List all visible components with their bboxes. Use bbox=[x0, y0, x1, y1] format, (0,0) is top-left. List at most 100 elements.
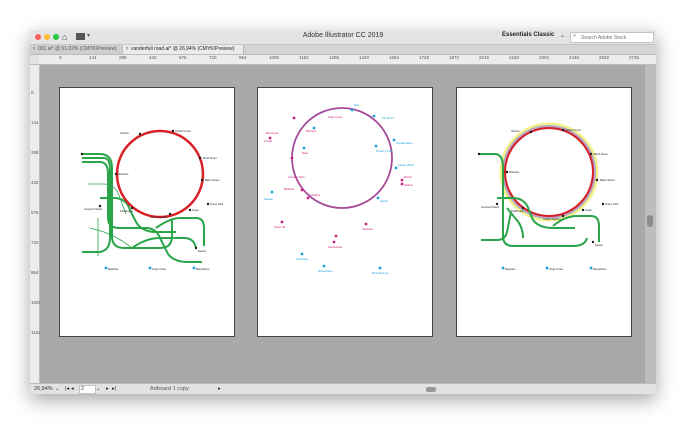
ruler-tick: 2736 bbox=[629, 55, 640, 60]
station-label: Elephant bbox=[108, 267, 119, 271]
search-input[interactable] bbox=[581, 33, 651, 42]
station-label: Camden Town bbox=[288, 175, 305, 179]
station-label: Aldgate bbox=[264, 197, 273, 201]
tab-document-vanderfull-road[interactable]: × vanderfull road.ai* @ 26,94% (CMYK/Prev… bbox=[123, 45, 244, 54]
ruler-tick: 288 bbox=[31, 150, 39, 155]
ruler-tick: 1440 bbox=[359, 55, 370, 60]
ruler-tick: 864 bbox=[31, 270, 39, 275]
station-label: Liverpool Street bbox=[481, 205, 499, 209]
close-icon[interactable]: × bbox=[123, 45, 131, 54]
artboard-number-field[interactable]: 2 bbox=[79, 385, 96, 394]
vertical-scroll-thumb[interactable] bbox=[647, 215, 653, 227]
horizontal-ruler[interactable]: 0 144 288 432 576 720 864 1008 1152 1296… bbox=[39, 55, 656, 65]
station-label: Bow bbox=[354, 103, 359, 107]
station-label: Holborn bbox=[404, 183, 414, 187]
station-label: Bank bbox=[302, 151, 309, 155]
station-label: Angel bbox=[192, 208, 199, 212]
station-label: Kings Cross bbox=[328, 115, 343, 119]
station-label: Elephant bbox=[505, 267, 516, 271]
station-label: Marylebone bbox=[196, 267, 210, 271]
ruler-tick: 1872 bbox=[449, 55, 460, 60]
ruler-tick: 2304 bbox=[539, 55, 550, 60]
artboard-2[interactable]: Monument Temple Mile End Bank Kings Cros… bbox=[257, 87, 433, 337]
ruler-tick: 432 bbox=[31, 180, 39, 185]
chevron-down-icon[interactable]: ⌄ bbox=[560, 32, 565, 39]
horizontal-scroll-thumb[interactable] bbox=[426, 387, 436, 392]
vertical-scrollbar[interactable] bbox=[645, 65, 656, 383]
station-label: Victoria bbox=[511, 129, 520, 133]
station-label: Oxford Circus bbox=[565, 128, 582, 132]
station-label: Kings Cross bbox=[152, 267, 167, 271]
station-label: Old Street bbox=[382, 116, 394, 120]
workspace-switcher[interactable]: Essentials Classic bbox=[502, 32, 554, 38]
ruler-tick: 432 bbox=[149, 55, 157, 60]
next-artboard-icon[interactable]: ▸ bbox=[106, 385, 109, 394]
ruler-tick: 144 bbox=[31, 120, 39, 125]
station-label: Waterloo bbox=[118, 172, 129, 176]
previous-artboard-icon[interactable]: ◂ bbox=[71, 385, 74, 394]
station-label: Euston bbox=[198, 249, 207, 253]
tab-document-001[interactable]: × 001.ai* @ 51,02% (CMYK/Preview) bbox=[30, 45, 123, 54]
stock-search[interactable]: ⌕ bbox=[570, 32, 654, 43]
artboard-1-artwork: Oxford Circus Bond Street Baker Street G… bbox=[80, 129, 224, 271]
station-label: Tower Hill bbox=[274, 225, 286, 229]
ruler-tick: 720 bbox=[31, 240, 39, 245]
artboard-2-artwork: Monument Temple Mile End Bank Kings Cros… bbox=[264, 103, 414, 275]
ruler-tick: 1584 bbox=[389, 55, 400, 60]
station-label: Victoria bbox=[120, 131, 129, 135]
zoom-level-field[interactable]: 26,94% bbox=[34, 385, 54, 394]
ruler-tick: 2448 bbox=[569, 55, 580, 60]
station-label: Bethnal Green bbox=[372, 271, 389, 275]
ruler-tick: 144 bbox=[89, 55, 97, 60]
station-label: Barbican bbox=[284, 187, 295, 191]
station-label: Canary Wharf bbox=[398, 163, 414, 167]
station-label: Covent Garden bbox=[543, 217, 561, 221]
artboard-3[interactable]: Oxford Circus Bond Street Baker Street G… bbox=[456, 87, 632, 337]
station-label: Euston bbox=[380, 199, 389, 203]
search-icon: ⌕ bbox=[573, 33, 577, 39]
ruler-tick: 2016 bbox=[479, 55, 490, 60]
ruler-tick: 720 bbox=[209, 55, 217, 60]
vertical-ruler[interactable]: 0 144 288 432 576 720 864 1008 1152 bbox=[30, 65, 41, 383]
station-label: Kings Cross bbox=[549, 267, 564, 271]
station-label: Liverpool Street bbox=[84, 207, 102, 211]
station-label: Temple bbox=[264, 139, 273, 143]
station-label: Mile End bbox=[306, 129, 317, 133]
last-artboard-icon[interactable]: ▸| bbox=[112, 385, 116, 394]
canvas[interactable]: Oxford Circus Bond Street Baker Street G… bbox=[40, 65, 645, 383]
station-label: Baker Street bbox=[205, 178, 220, 182]
ruler-tick: 1008 bbox=[269, 55, 280, 60]
status-bar: 26,94% ⌄ |◂ ◂ 2 ⌄ ▸ ▸| Artboard 1 copy ▸ bbox=[30, 383, 656, 394]
artboard-name: Artboard 1 copy bbox=[150, 386, 189, 392]
station-label: Euston bbox=[595, 243, 604, 247]
close-icon[interactable]: × bbox=[30, 45, 38, 54]
ruler-tick: 576 bbox=[179, 55, 187, 60]
station-label: Whitechapel bbox=[318, 269, 333, 273]
ruler-tick: 0 bbox=[31, 90, 34, 95]
chevron-down-icon[interactable]: ⌄ bbox=[96, 385, 101, 394]
tab-label: 001.ai* @ 51,02% (CMYK/Preview) bbox=[38, 46, 117, 52]
artboard-1[interactable]: Oxford Circus Bond Street Baker Street G… bbox=[59, 87, 235, 337]
ruler-tick: 576 bbox=[31, 210, 39, 215]
ruler-tick: 1728 bbox=[419, 55, 430, 60]
status-menu-arrow-icon[interactable]: ▸ bbox=[218, 385, 221, 394]
station-label: Angel bbox=[585, 208, 592, 212]
first-artboard-icon[interactable]: |◂ bbox=[65, 385, 69, 394]
station-label: Brixton bbox=[404, 175, 413, 179]
ruler-tick: 0 bbox=[59, 55, 62, 60]
ruler-tick: 2592 bbox=[599, 55, 610, 60]
station-label: Monument bbox=[266, 131, 279, 135]
ruler-tick: 864 bbox=[239, 55, 247, 60]
station-label: Stratford bbox=[310, 193, 321, 197]
ruler-tick: 1152 bbox=[299, 55, 309, 60]
station-label: Paddington bbox=[511, 209, 525, 213]
chevron-down-icon[interactable]: ⌄ bbox=[55, 385, 60, 394]
station-label: Green Park bbox=[210, 202, 224, 206]
station-label: Paddington bbox=[120, 209, 134, 213]
ruler-tick: 288 bbox=[119, 55, 127, 60]
station-label: Green Park bbox=[605, 202, 619, 206]
artboard-3-artwork: Oxford Circus Bond Street Baker Street G… bbox=[477, 122, 619, 271]
ruler-tick: 1296 bbox=[329, 55, 340, 60]
station-label: Bond Street bbox=[594, 152, 608, 156]
station-label: Marylebone bbox=[593, 267, 607, 271]
